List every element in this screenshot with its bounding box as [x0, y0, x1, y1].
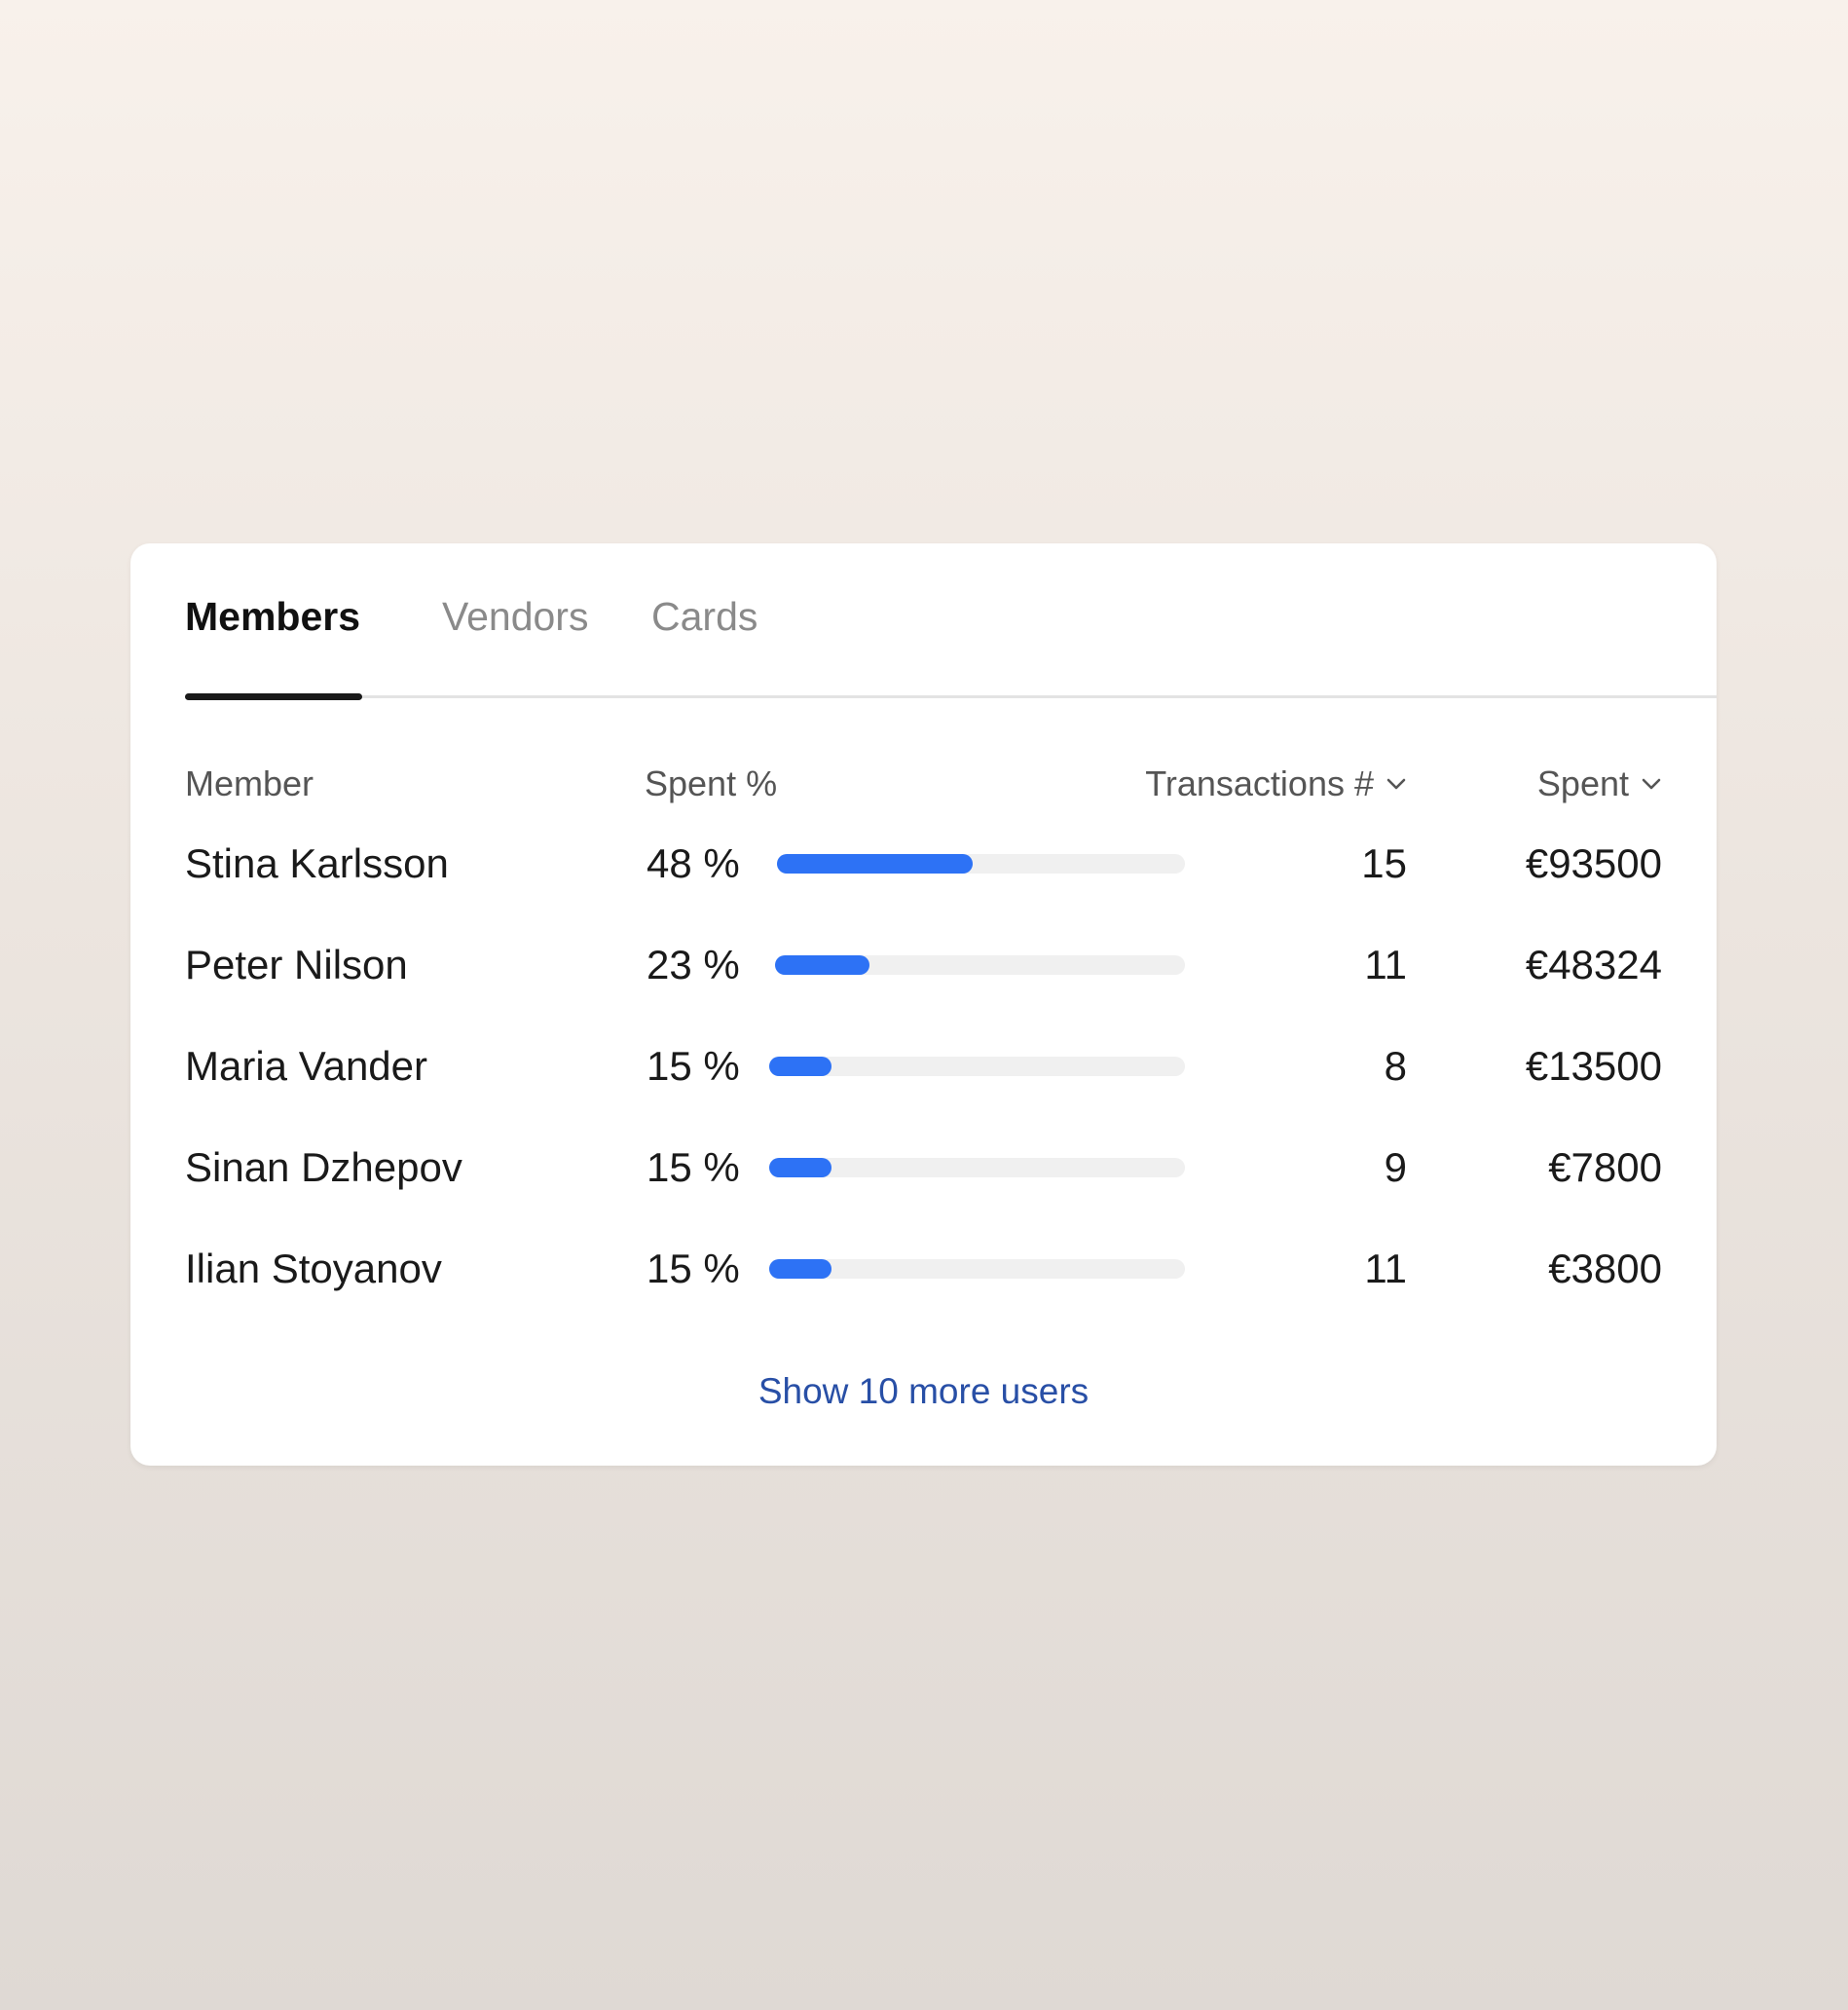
- spent-amount: €7800: [1548, 1144, 1662, 1190]
- header-spent-sort[interactable]: Spent: [1537, 760, 1662, 808]
- spent-percent: 15 %: [647, 1246, 740, 1291]
- header-member: Member: [185, 763, 314, 803]
- table-row[interactable]: Stina Karlsson 48 % 15 €93500: [185, 830, 1662, 898]
- spent-progress-fill: [777, 854, 973, 874]
- spent-progress-track: [777, 854, 1185, 874]
- member-name: Stina Karlsson: [185, 840, 449, 886]
- member-name: Ilian Stoyanov: [185, 1246, 442, 1291]
- spent-progress-track: [775, 955, 1185, 975]
- spent-amount: €93500: [1525, 840, 1662, 886]
- spent-progress-fill: [769, 1158, 832, 1177]
- table-row[interactable]: Peter Nilson 23 % 11 €48324: [185, 931, 1662, 999]
- transaction-count: 15: [1361, 840, 1407, 886]
- header-spent-label: Spent: [1536, 763, 1629, 803]
- table-row[interactable]: Ilian Stoyanov 15 % 11 €3800: [185, 1235, 1662, 1303]
- spent-progress-track: [769, 1259, 1185, 1279]
- transaction-count: 8: [1384, 1043, 1407, 1089]
- chevron-down-icon: [1386, 778, 1406, 790]
- spent-percent: 15 %: [647, 1043, 740, 1089]
- transaction-count: 11: [1364, 942, 1407, 987]
- spent-amount: €13500: [1525, 1043, 1662, 1089]
- spent-amount: €3800: [1548, 1246, 1662, 1291]
- member-name: Peter Nilson: [185, 942, 408, 987]
- chevron-down-icon: [1642, 778, 1661, 790]
- spent-amount: €48324: [1525, 942, 1662, 987]
- header-transactions-sort[interactable]: Transactions #: [1145, 760, 1407, 808]
- tab-bar: Members Vendors Cards: [185, 582, 1717, 700]
- active-tab-indicator: [185, 693, 362, 700]
- spent-progress-track: [769, 1158, 1185, 1177]
- spent-progress-fill: [769, 1057, 832, 1076]
- transaction-count: 9: [1384, 1144, 1407, 1190]
- transaction-count: 11: [1364, 1246, 1407, 1291]
- tab-cards[interactable]: Cards: [651, 582, 758, 651]
- member-name: Maria Vander: [185, 1043, 428, 1089]
- spent-percent: 48 %: [647, 840, 740, 886]
- tab-vendors[interactable]: Vendors: [442, 582, 588, 651]
- spent-percent: 15 %: [647, 1144, 740, 1190]
- tab-members[interactable]: Members: [185, 582, 360, 651]
- table-row[interactable]: Sinan Dzhepov 15 % 9 €7800: [185, 1134, 1662, 1202]
- table-row[interactable]: Maria Vander 15 % 8 €13500: [185, 1032, 1662, 1100]
- spent-progress-fill: [769, 1259, 832, 1279]
- members-card: Members Vendors Cards Member Spent % Tra…: [130, 543, 1717, 1466]
- member-name: Sinan Dzhepov: [185, 1144, 462, 1190]
- spent-percent: 23 %: [647, 942, 740, 987]
- table-header: Member Spent % Transactions # Spent: [185, 760, 1662, 808]
- show-more-users-link[interactable]: Show 10 more users: [130, 1371, 1717, 1412]
- spent-progress-fill: [775, 955, 869, 975]
- header-spent-percent: Spent %: [645, 763, 778, 803]
- spent-progress-track: [769, 1057, 1185, 1076]
- header-transactions-label: Transactions #: [1145, 763, 1374, 803]
